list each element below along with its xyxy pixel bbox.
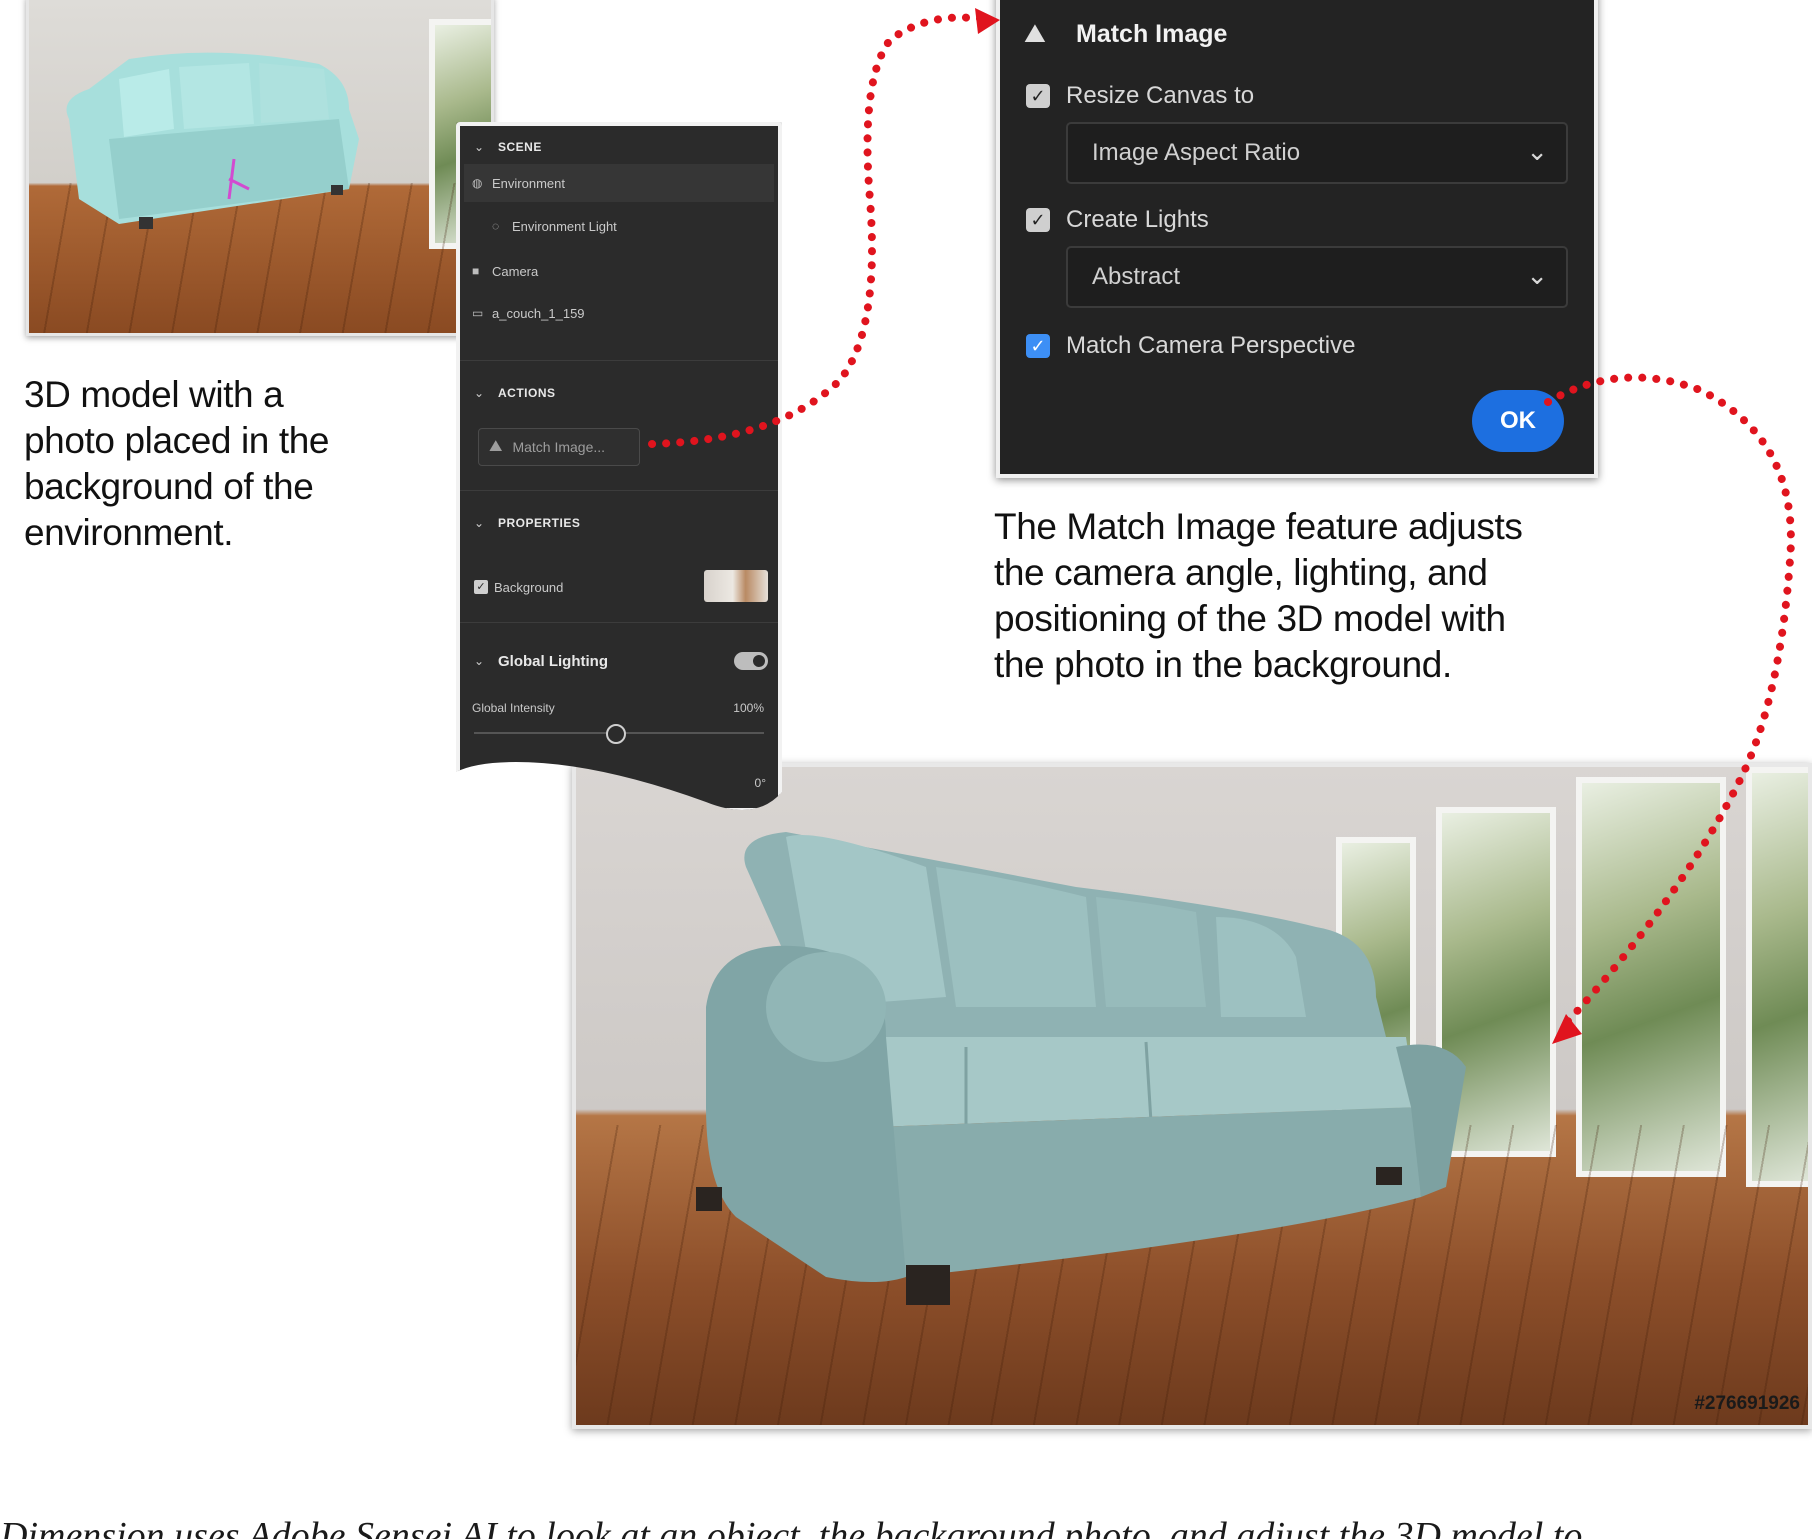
- folder-icon: ▭: [472, 306, 484, 320]
- global-intensity-knob[interactable]: [606, 724, 626, 744]
- chevron-down-icon: ⌄: [474, 140, 485, 154]
- left-caption: 3D model with a photo placed in the back…: [24, 372, 329, 556]
- global-intensity-value: 100%: [733, 701, 764, 715]
- caption-line: the camera angle, lighting, and: [994, 552, 1488, 593]
- photo-matched-result: #276691926: [572, 763, 1812, 1429]
- checkbox-checked-icon[interactable]: ✓: [474, 580, 488, 594]
- caption-line: 3D model with a: [24, 374, 284, 415]
- caption-line: environment.: [24, 512, 234, 553]
- resize-canvas-checkbox[interactable]: ✓: [1026, 84, 1050, 108]
- section-properties[interactable]: ⌄ PROPERTIES: [460, 510, 778, 536]
- create-lights-select[interactable]: Abstract ⌄: [1066, 246, 1568, 308]
- match-camera-label: Match Camera Perspective: [1066, 332, 1356, 359]
- chevron-down-icon: ⌄: [1526, 136, 1548, 166]
- chevron-down-icon: ⌄: [1526, 260, 1548, 290]
- caption-line: The Match Image feature adjusts: [994, 506, 1523, 547]
- right-caption: The Match Image feature adjusts the came…: [994, 504, 1523, 688]
- tree-item-environment[interactable]: ◍ Environment: [460, 170, 778, 196]
- image-id-watermark: #276691926: [1694, 1393, 1800, 1414]
- match-image-label: Match Image...: [512, 439, 606, 455]
- caption-line: the photo in the background.: [994, 644, 1452, 685]
- background-label: Background: [494, 579, 564, 595]
- match-camera-checkbox[interactable]: ✓: [1026, 334, 1050, 358]
- section-global-lighting[interactable]: ⌄ Global Lighting: [460, 648, 778, 674]
- scene-panel: ⌄ SCENE ◍ Environment ◌ Environment Ligh…: [456, 122, 782, 812]
- divider: [460, 622, 778, 623]
- tree-item-label: a_couch_1_159: [492, 305, 585, 321]
- ok-button[interactable]: OK: [1472, 390, 1564, 452]
- chevron-down-icon: ⌄: [474, 516, 485, 530]
- divider: [460, 490, 778, 491]
- sofa-model-large: [696, 832, 1466, 1305]
- match-image-icon: ⛰: [1024, 18, 1046, 48]
- section-scene[interactable]: ⌄ SCENE: [460, 134, 778, 160]
- background-thumbnail[interactable]: [704, 570, 768, 602]
- window: [1576, 777, 1726, 1177]
- tree-item-label: Environment Light: [512, 218, 617, 234]
- tree-item-label: Environment: [492, 175, 565, 191]
- match-image-icon: ⛰: [489, 438, 503, 455]
- tree-item-label: Camera: [492, 263, 539, 279]
- match-image-dialog: ⛰ Match Image ✓ Resize Canvas to Image A…: [996, 0, 1598, 478]
- resize-canvas-select[interactable]: Image Aspect Ratio ⌄: [1066, 122, 1568, 184]
- window: [1746, 767, 1808, 1187]
- create-lights-checkbox[interactable]: ✓: [1026, 208, 1050, 232]
- section-label: Global Lighting: [498, 652, 608, 670]
- globe-icon: ◍: [472, 176, 483, 190]
- caption-line: positioning of the 3D model with: [994, 598, 1506, 639]
- resize-canvas-label: Resize Canvas to: [1066, 82, 1255, 109]
- global-intensity-label: Global Intensity: [472, 701, 555, 715]
- section-actions[interactable]: ⌄ ACTIONS: [460, 380, 778, 406]
- chevron-down-icon: ⌄: [474, 654, 485, 668]
- tree-item-environment-light[interactable]: ◌ Environment Light: [460, 213, 778, 239]
- dialog-title: Match Image: [1076, 20, 1228, 48]
- figure-description-text: Dimension uses Adobe Sensei AI to look a…: [0, 1515, 1583, 1539]
- create-lights-value: Abstract: [1092, 263, 1181, 290]
- tree-item-couch[interactable]: ▭ a_couch_1_159: [460, 300, 778, 326]
- resize-canvas-value: Image Aspect Ratio: [1092, 139, 1301, 166]
- caption-line: background of the: [24, 466, 314, 507]
- chevron-down-icon: ⌄: [474, 386, 485, 400]
- create-lights-label: Create Lights: [1066, 206, 1209, 233]
- caption-line: photo placed in the: [24, 420, 330, 461]
- divider: [460, 360, 778, 361]
- camera-icon: ■: [472, 264, 480, 278]
- tree-item-camera[interactable]: ■ Camera: [460, 258, 778, 284]
- angle-value: 0°: [754, 776, 766, 790]
- light-icon: ◌: [492, 219, 500, 233]
- match-image-button[interactable]: ⛰ Match Image...: [478, 428, 640, 466]
- global-intensity-row: Global Intensity 100%: [460, 698, 778, 718]
- photo-3d-model-placed: [26, 0, 494, 336]
- section-label: SCENE: [498, 140, 542, 154]
- section-label: ACTIONS: [498, 386, 556, 400]
- global-lighting-toggle[interactable]: [734, 652, 768, 670]
- section-label: PROPERTIES: [498, 516, 581, 530]
- sofa-model-small: [66, 52, 359, 229]
